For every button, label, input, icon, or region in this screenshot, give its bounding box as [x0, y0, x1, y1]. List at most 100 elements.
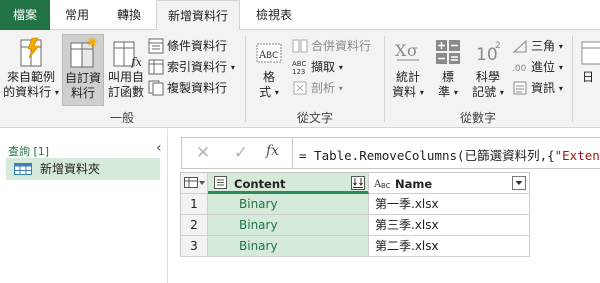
query-item-label: 新增資料夾 [40, 162, 101, 176]
scientific-label-2: 記號 [472, 85, 497, 99]
column-from-examples-label-2: 的資料行 [3, 85, 52, 99]
scientific-exponent-icon: 10 2 [476, 41, 501, 65]
format-button[interactable]: A BC 格 式 ▾ [250, 34, 288, 106]
conditional-column-icon [148, 38, 164, 54]
standard-label-2: 準 [438, 85, 451, 99]
column-header-content[interactable]: Content [208, 172, 369, 194]
trigonometry-button[interactable]: 三角 ▾ [512, 36, 563, 56]
information-label: 資訊 [531, 81, 556, 95]
name-cell[interactable]: 第一季.xlsx [369, 194, 530, 215]
extract-button[interactable]: ABC 123 擷取 ▾ [292, 57, 343, 77]
chevron-down-icon: ▾ [453, 88, 458, 97]
fx-icon[interactable]: fx [266, 143, 279, 159]
chevron-down-icon: ▾ [338, 63, 343, 72]
row-number[interactable]: 2 [180, 215, 208, 236]
index-column-button[interactable]: 索引資料行 ▾ [148, 57, 235, 77]
scientific-label-1: 科學 [475, 70, 500, 84]
svg-text:123: 123 [292, 68, 305, 75]
tab-home[interactable]: 常用 [52, 0, 102, 30]
column-from-examples-label-1: 來自範例 [6, 70, 55, 84]
invoke-custom-function-button[interactable]: fx 叫用自 訂函數 [106, 34, 146, 106]
custom-column-button[interactable]: 自訂資 料行 [62, 34, 104, 106]
cancel-icon[interactable]: ✕ [192, 143, 214, 163]
name-cell[interactable]: 第二季.xlsx [369, 236, 530, 257]
chevron-down-icon: ▾ [230, 63, 235, 72]
index-column-label: 索引資料行 [167, 60, 228, 74]
duplicate-column-icon [148, 80, 164, 96]
column-from-examples-button[interactable]: 來自範例 的資料行 ▾ [2, 34, 60, 106]
statistics-button[interactable]: X σ 統計 資料 ▾ [388, 34, 428, 106]
ribbon-divider [572, 36, 573, 122]
table-menu-icon [184, 177, 205, 188]
tab-add-column[interactable]: 新增資料行 [156, 0, 240, 31]
format-label-2: 式 [259, 85, 272, 99]
row-number[interactable]: 3 [180, 236, 208, 257]
format-label-1: 格 [262, 70, 275, 84]
name-cell[interactable]: 第三季.xlsx [369, 215, 530, 236]
row-number[interactable]: 1 [180, 194, 208, 215]
svg-text:.00: .00 [512, 64, 527, 74]
chevron-down-icon: ▾ [558, 63, 563, 72]
filter-dropdown-icon[interactable] [512, 176, 526, 190]
information-button[interactable]: 資訊 ▾ [512, 78, 563, 98]
group-label-general: 一般 [109, 111, 134, 125]
ribbon-divider [245, 36, 246, 122]
ribbon-divider [384, 36, 385, 122]
merge-columns-icon [292, 39, 308, 53]
extract-label: 擷取 [311, 60, 336, 74]
tab-view[interactable]: 檢視表 [244, 0, 304, 30]
queries-header: 查詢 [1] [8, 145, 50, 158]
group-label-text: 從文字 [296, 111, 333, 125]
confirm-check-icon[interactable]: ✓ [230, 143, 252, 163]
parse-label: 剖析 [311, 81, 336, 95]
format-text-icon: A BC [256, 43, 282, 63]
merge-columns-label: 合併資料行 [311, 39, 372, 53]
rounding-icon: .00 [512, 64, 527, 74]
parse-icon [293, 81, 307, 95]
content-cell[interactable]: Binary [208, 236, 369, 257]
trigonometry-label: 三角 [531, 39, 556, 53]
queries-pane: 查詢 [1] ‹ 新增資料夾 [0, 129, 168, 283]
formula-text: = Table.RemoveColumns(已篩選資料列,{ [299, 148, 555, 163]
svg-text:ABC: ABC [292, 60, 306, 68]
custom-column-label-1: 自訂資 [64, 71, 101, 85]
merge-columns-button[interactable]: 合併資料行 [292, 36, 371, 56]
statistics-label-2: 資料 [392, 85, 417, 99]
chevron-down-icon: ▾ [274, 88, 279, 97]
text-type-icon: A BC [374, 179, 391, 189]
date-button[interactable]: 日 [578, 34, 600, 106]
svg-text:fx: fx [130, 55, 141, 68]
expand-binary-icon[interactable] [351, 176, 365, 190]
group-label-number: 從數字 [459, 111, 496, 125]
standard-button[interactable]: 標 準 ▾ [430, 34, 466, 106]
invoke-function-label-1: 叫用自 [107, 70, 144, 84]
table-menu-button[interactable] [180, 172, 208, 194]
parse-button[interactable]: 剖析 ▾ [292, 78, 343, 98]
standard-label-1: 標 [441, 70, 454, 84]
custom-column-icon [70, 37, 97, 68]
column-header-name[interactable]: A BC Name [369, 172, 530, 194]
content-cell[interactable]: Binary [208, 215, 369, 236]
ribbon-tab-bar: 檔案 常用 轉換 新增資料行 檢視表 [0, 0, 600, 31]
column-from-examples-icon [20, 37, 42, 67]
rounding-label: 進位 [531, 60, 556, 74]
tab-transform[interactable]: 轉換 [104, 0, 154, 30]
scientific-button[interactable]: 10 2 科學 記號 ▾ [468, 34, 508, 106]
column-header-label: Content [234, 177, 286, 191]
tab-file[interactable]: 檔案 [0, 0, 50, 30]
rounding-button[interactable]: .00 進位 ▾ [512, 57, 563, 77]
chevron-down-icon: ▾ [499, 88, 504, 97]
table-icon [14, 163, 32, 175]
formula-input[interactable]: = Table.RemoveColumns(已篩選資料列,{"Extension [299, 145, 600, 164]
chevron-down-icon: ▾ [54, 88, 59, 97]
query-item[interactable]: 新增資料夾 [6, 158, 160, 180]
svg-text:σ: σ [407, 41, 418, 60]
duplicate-column-button[interactable]: 複製資料行 [148, 78, 227, 98]
content-cell[interactable]: Binary [208, 194, 369, 215]
svg-text:X: X [395, 41, 407, 60]
chevron-down-icon: ▾ [338, 84, 343, 93]
collapse-chevron-icon[interactable]: ‹ [156, 140, 162, 156]
standard-operators-icon [436, 40, 460, 64]
conditional-column-button[interactable]: 條件資料行 [148, 36, 227, 56]
triangle-icon [512, 39, 527, 53]
